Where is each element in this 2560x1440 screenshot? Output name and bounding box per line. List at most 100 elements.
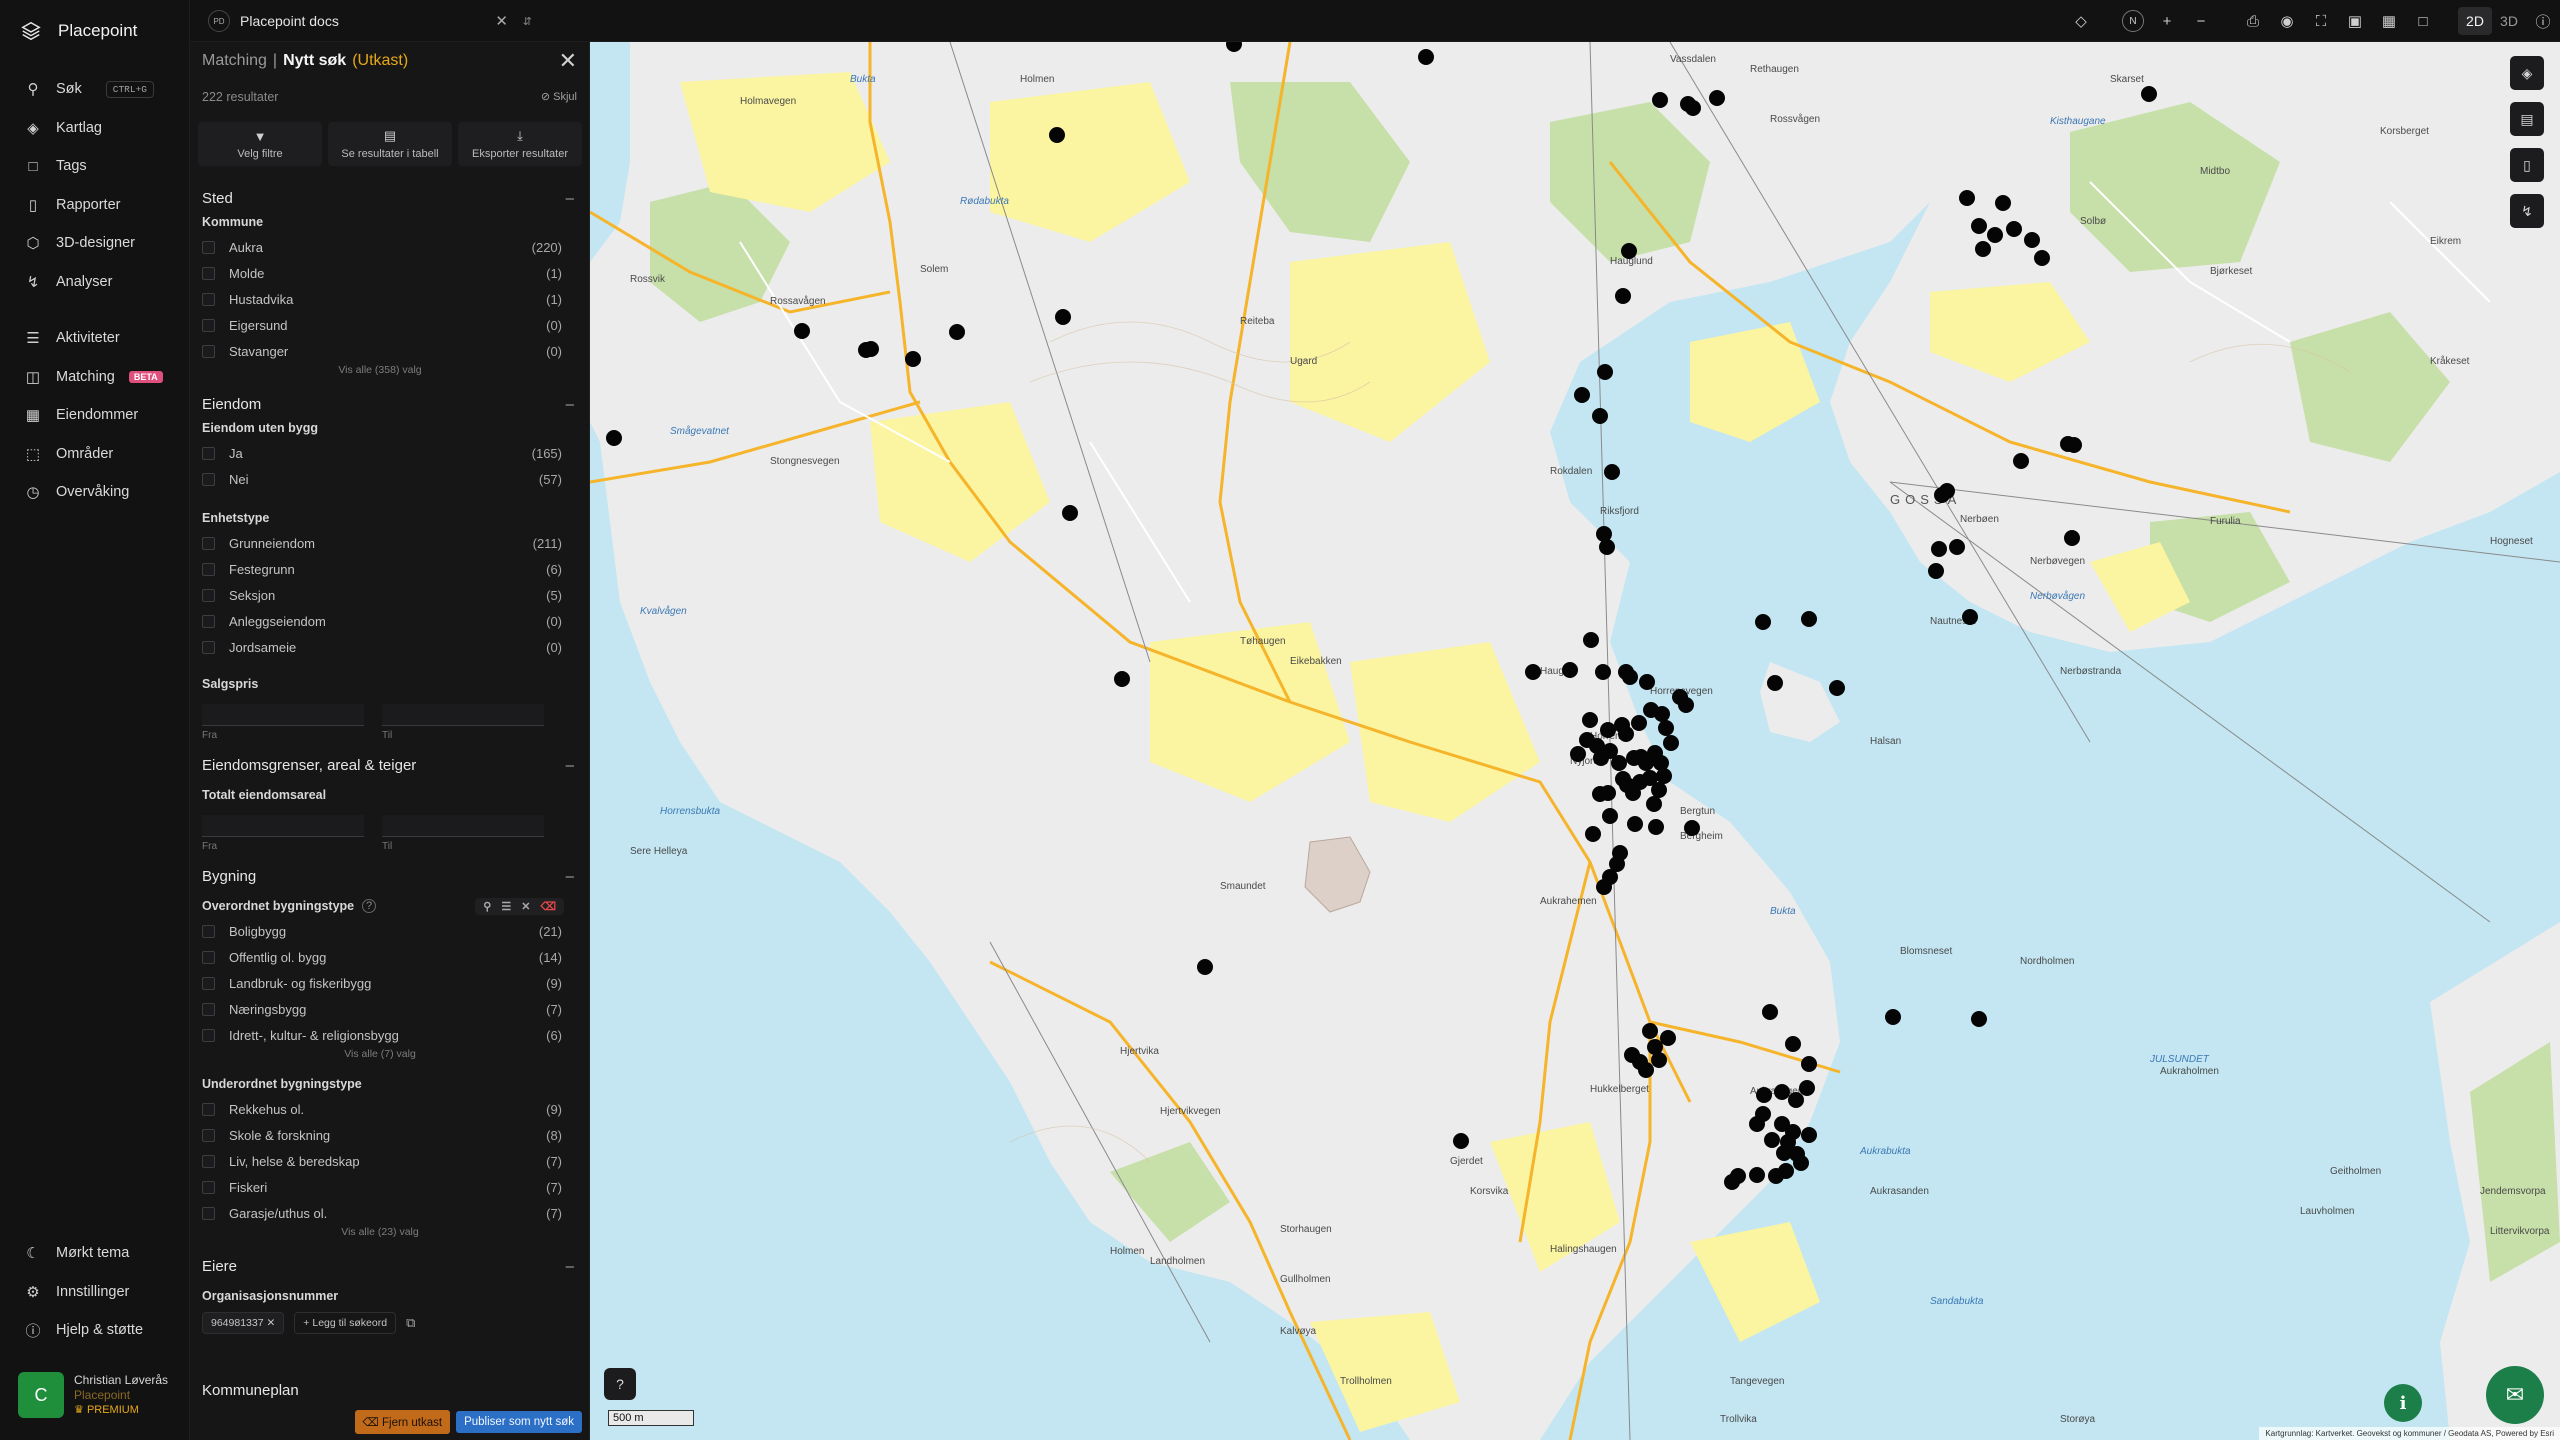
result-marker[interactable] (1574, 387, 1590, 403)
filter-option[interactable]: Liv, helse & beredskap (7) (190, 1148, 590, 1174)
result-marker[interactable] (1749, 1167, 1765, 1183)
checkbox[interactable] (202, 536, 215, 550)
close-icon[interactable]: ✕ (495, 12, 508, 30)
section-eiere[interactable]: Eiere – (190, 1254, 590, 1278)
result-marker[interactable] (905, 351, 921, 367)
camera-icon[interactable]: ▣ (2338, 0, 2372, 42)
result-marker[interactable] (1562, 662, 1578, 678)
result-marker[interactable] (1756, 1087, 1772, 1103)
close-panel-button[interactable]: ✕ (559, 48, 577, 74)
nav-item-tags[interactable]: □ Tags (0, 147, 190, 186)
export-results-button[interactable]: ⤓ Eksporter resultater (458, 122, 582, 166)
info-icon[interactable]: ⓘ (2526, 0, 2560, 42)
result-marker[interactable] (1599, 539, 1615, 555)
nav-item-3d-designer[interactable]: ⬡ 3D-designer (0, 224, 190, 263)
result-marker[interactable] (1656, 768, 1672, 784)
result-marker[interactable] (2006, 221, 2022, 237)
filter-option[interactable]: Aukra (220) (190, 234, 590, 260)
checkbox[interactable] (202, 1102, 215, 1116)
result-marker[interactable] (1651, 782, 1667, 798)
info-button[interactable]: i (2384, 1384, 2422, 1422)
result-marker[interactable] (1663, 735, 1679, 751)
fullscreen-icon[interactable]: ⛶ (2304, 0, 2338, 42)
filter-option[interactable]: Landbruk- og fiskeribygg (9) (190, 970, 590, 996)
result-marker[interactable] (1625, 785, 1641, 801)
result-marker[interactable] (1962, 609, 1978, 625)
layers-stack-icon[interactable]: ◇ (2064, 0, 2098, 42)
zoom-in-button[interactable]: + (2150, 0, 2184, 42)
nav-item-help[interactable]: ⓘ Hjelp & støtte (0, 1311, 190, 1350)
result-marker[interactable] (1931, 541, 1947, 557)
user-profile[interactable]: C Christian Løverås Placepoint ♛ PREMIUM (18, 1372, 168, 1418)
result-marker[interactable] (1583, 632, 1599, 648)
areal-to-input[interactable] (382, 815, 544, 837)
result-marker[interactable] (1801, 1056, 1817, 1072)
show-all-link[interactable]: Vis alle (23) valg (190, 1226, 560, 1244)
result-marker[interactable] (1114, 671, 1130, 687)
nav-item-kartlag[interactable]: ◈ Kartlag (0, 109, 190, 148)
checkbox[interactable] (202, 1002, 215, 1016)
filter-option[interactable]: Fiskeri (7) (190, 1174, 590, 1200)
result-marker[interactable] (1762, 1004, 1778, 1020)
result-marker[interactable] (1684, 820, 1700, 836)
filter-option[interactable]: Boligbygg (21) (190, 918, 590, 944)
search-icon[interactable]: ⚲ (483, 900, 491, 913)
result-marker[interactable] (1611, 755, 1627, 771)
map-view[interactable]: Holmavegen Bukta Holmen Vassdalen Rethaugen S… (590, 42, 2560, 1440)
result-marker[interactable] (2141, 86, 2157, 102)
mode-2d-button[interactable]: 2D (2458, 7, 2492, 35)
nav-item-dark-theme[interactable]: ☾ Mørkt tema (0, 1234, 190, 1273)
result-marker[interactable] (1597, 364, 1613, 380)
result-marker[interactable] (794, 323, 810, 339)
collapse-icon[interactable]: – (566, 190, 574, 207)
nav-item-rapporter[interactable]: ▯ Rapporter (0, 186, 190, 225)
result-marker[interactable] (1055, 309, 1071, 325)
publish-search-button[interactable]: Publiser som nytt søk (456, 1411, 582, 1433)
result-marker[interactable] (1660, 1030, 1676, 1046)
filter-option[interactable]: Stavanger (0) (190, 338, 590, 364)
filter-option[interactable]: Næringsbygg (7) (190, 996, 590, 1022)
result-marker[interactable] (2024, 232, 2040, 248)
checkbox[interactable] (202, 472, 215, 486)
result-marker[interactable] (1774, 1084, 1790, 1100)
view-table-button[interactable]: ▤ Se resultater i tabell (328, 122, 452, 166)
result-marker[interactable] (1453, 1133, 1469, 1149)
chart-icon[interactable]: ▯ (2510, 148, 2544, 182)
nav-item-eiendommer[interactable]: ▦ Eiendommer (0, 396, 190, 435)
result-marker[interactable] (1646, 796, 1662, 812)
nav-item-overvaking[interactable]: ◷ Overvåking (0, 473, 190, 512)
result-marker[interactable] (1197, 959, 1213, 975)
filter-option[interactable]: Skole & forskning (8) (190, 1122, 590, 1148)
zoom-out-button[interactable]: − (2184, 0, 2218, 42)
remove-draft-button[interactable]: ⌫ Fjern utkast (354, 1410, 451, 1434)
filter-option[interactable]: Hustadvika (1) (190, 286, 590, 312)
result-marker[interactable] (1959, 190, 1975, 206)
result-marker[interactable] (1749, 1116, 1765, 1132)
checkbox[interactable] (202, 1154, 215, 1168)
measure-icon[interactable]: ▤ (2510, 102, 2544, 136)
bookmark-icon[interactable]: □ (2406, 0, 2440, 42)
mode-3d-button[interactable]: 3D (2492, 0, 2526, 42)
result-marker[interactable] (1971, 218, 1987, 234)
checkbox[interactable] (202, 266, 215, 280)
result-marker[interactable] (1570, 746, 1586, 762)
clear-icon[interactable]: ✕ (521, 900, 530, 913)
result-marker[interactable] (1062, 505, 1078, 521)
result-marker[interactable] (1579, 732, 1595, 748)
result-marker[interactable] (949, 324, 965, 340)
nav-item-search[interactable]: ⚲ Søk CTRL+G (0, 70, 190, 109)
chat-button[interactable]: ✉ (2486, 1366, 2544, 1424)
result-marker[interactable] (1648, 819, 1664, 835)
section-eiendomsgrenser[interactable]: Eiendomsgrenser, areal & teiger – (190, 753, 590, 777)
result-marker[interactable] (1622, 669, 1638, 685)
layer-settings-icon[interactable]: ◈ (2510, 56, 2544, 90)
checkbox[interactable] (202, 924, 215, 938)
areal-from-input[interactable] (202, 815, 364, 837)
checkbox[interactable] (202, 562, 215, 576)
filter-option[interactable]: Anleggseiendom (0) (190, 608, 590, 634)
result-marker[interactable] (1801, 1127, 1817, 1143)
result-marker[interactable] (606, 430, 622, 446)
result-marker[interactable] (1652, 92, 1668, 108)
result-marker[interactable] (1615, 288, 1631, 304)
result-marker[interactable] (1975, 241, 1991, 257)
